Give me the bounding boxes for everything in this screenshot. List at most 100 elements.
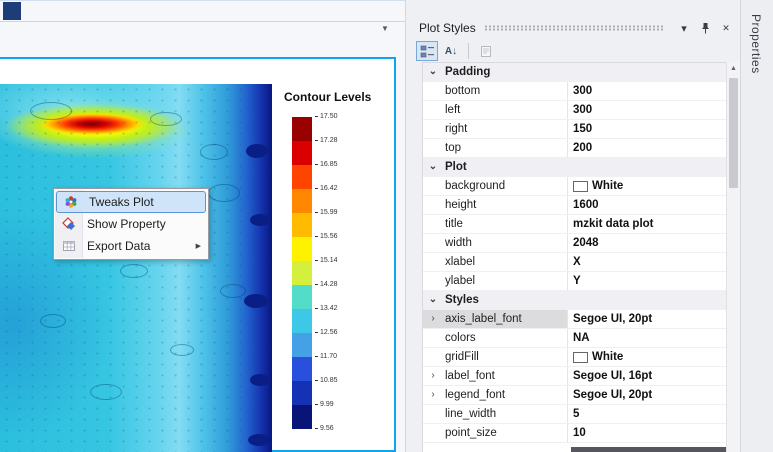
row-gutter (423, 139, 443, 157)
property-row-colors[interactable]: colors NA (423, 329, 728, 348)
expand-icon[interactable]: › (423, 310, 443, 328)
property-row-left[interactable]: left 300 (423, 101, 728, 120)
tick-label: 12.56 (315, 329, 338, 337)
property-name: gridFill (443, 348, 568, 366)
submenu-arrow-icon: ▶ (195, 243, 201, 250)
property-value[interactable]: Segoe UI, 20pt (568, 310, 728, 328)
close-icon[interactable]: ✕ (718, 20, 734, 36)
scroll-up-icon[interactable]: ▲ (727, 62, 740, 75)
property-row-point-size[interactable]: point_size 10 (423, 424, 728, 443)
row-gutter (423, 348, 443, 366)
property-row-height[interactable]: height 1600 (423, 196, 728, 215)
plot-styles-panel: Plot Styles ▾ ✕ A↓ ⌄ Padding bottom 300 … (405, 0, 740, 452)
property-value[interactable]: 200 (568, 139, 728, 157)
property-name: point_size (443, 424, 568, 442)
property-name: background (443, 177, 568, 195)
property-value[interactable]: Segoe UI, 20pt (568, 386, 728, 404)
tick-label: 17.50 (315, 113, 338, 121)
property-row-label-font[interactable]: › label_font Segoe UI, 16pt (423, 367, 728, 386)
category-label: Plot (445, 161, 467, 173)
property-value[interactable]: 150 (568, 120, 728, 138)
contour-ring (120, 264, 148, 278)
window-position-icon[interactable]: ▾ (676, 20, 692, 36)
panel-header[interactable]: Plot Styles ▾ ✕ (406, 16, 740, 40)
property-row-xlabel[interactable]: xlabel X (423, 253, 728, 272)
property-value[interactable]: 300 (568, 101, 728, 119)
property-value[interactable]: Segoe UI, 16pt (568, 367, 728, 385)
property-value[interactable]: mzkit data plot (568, 215, 728, 233)
property-value[interactable]: NA (568, 329, 728, 347)
property-value[interactable]: X (568, 253, 728, 271)
colorbar-segment (292, 405, 312, 429)
property-row-bottom[interactable]: bottom 300 (423, 82, 728, 101)
expand-icon[interactable]: › (423, 367, 443, 385)
contour-plot-canvas[interactable] (0, 84, 272, 452)
expand-icon[interactable]: › (423, 386, 443, 404)
property-name: axis_label_font (443, 310, 568, 328)
property-row-line-width[interactable]: line_width 5 (423, 405, 728, 424)
row-gutter (423, 215, 443, 233)
menu-item-tweaks-plot[interactable]: Tweaks Plot (56, 191, 206, 213)
row-gutter (423, 405, 443, 423)
colorbar-segment (292, 261, 312, 285)
property-name: line_width (443, 405, 568, 423)
autohide-tab-strip: Properties (740, 0, 773, 452)
colorbar-segment (292, 333, 312, 357)
category-row-plot[interactable]: ⌄ Plot (423, 158, 728, 177)
pin-icon[interactable] (697, 20, 713, 36)
property-pages-button (475, 41, 497, 61)
row-gutter (423, 234, 443, 252)
menu-item-export-data[interactable]: Export Data ▶ (55, 235, 207, 257)
sort-alphabetical-button[interactable]: A↓ (440, 41, 462, 61)
property-name: right (443, 120, 568, 138)
scrollbar-thumb[interactable] (729, 78, 738, 188)
row-gutter (423, 177, 443, 195)
row-gutter (423, 272, 443, 290)
property-value[interactable]: White (568, 348, 728, 366)
property-row-right[interactable]: right 150 (423, 120, 728, 139)
contour-ring (170, 344, 194, 356)
row-gutter (423, 101, 443, 119)
property-name: width (443, 234, 568, 252)
property-row-background[interactable]: background White (423, 177, 728, 196)
menu-item-show-property[interactable]: Show Property (55, 213, 207, 235)
property-value[interactable]: 300 (568, 82, 728, 100)
property-name: colors (443, 329, 568, 347)
category-expanded-icon[interactable]: ⌄ (423, 63, 443, 81)
combo-dropdown-icon[interactable]: ▼ (381, 24, 389, 33)
tick-label: 13.42 (315, 305, 338, 313)
category-row-padding[interactable]: ⌄ Padding (423, 63, 728, 82)
property-row-axis-label-font[interactable]: › axis_label_font Segoe UI, 20pt (423, 310, 728, 329)
tab-properties[interactable]: Properties (749, 14, 763, 74)
property-row-title[interactable]: title mzkit data plot (423, 215, 728, 234)
menu-item-label: Tweaks Plot (89, 195, 154, 209)
color-swatch (573, 180, 588, 192)
category-expanded-icon[interactable]: ⌄ (423, 291, 443, 309)
property-row-ylabel[interactable]: ylabel Y (423, 272, 728, 291)
tweaks-plot-icon (57, 195, 85, 209)
property-value[interactable]: 10 (568, 424, 728, 442)
property-value[interactable]: 1600 (568, 196, 728, 214)
property-grid-scrollbar[interactable]: ▲ (726, 62, 740, 452)
panel-grip[interactable] (483, 25, 663, 31)
property-value[interactable]: 2048 (568, 234, 728, 252)
row-gutter (423, 120, 443, 138)
property-name: label_font (443, 367, 568, 385)
category-expanded-icon[interactable]: ⌄ (423, 158, 443, 176)
property-name: title (443, 215, 568, 233)
property-row-gridfill[interactable]: gridFill White (423, 348, 728, 367)
property-row-legend-font[interactable]: › legend_font Segoe UI, 20pt (423, 386, 728, 405)
app-icon (3, 2, 21, 20)
contour-ring (30, 102, 72, 120)
categorized-button[interactable] (416, 41, 438, 61)
category-row-styles[interactable]: ⌄ Styles (423, 291, 728, 310)
property-value[interactable]: White (568, 177, 728, 195)
property-row-top[interactable]: top 200 (423, 139, 728, 158)
property-row-width[interactable]: width 2048 (423, 234, 728, 253)
row-gutter (423, 82, 443, 100)
property-grid: ⌄ Padding bottom 300 left 300 right 150 … (422, 62, 729, 452)
context-menu: Tweaks Plot Show Property Export Data ▶ (53, 188, 209, 260)
property-value[interactable]: Y (568, 272, 728, 290)
property-name: height (443, 196, 568, 214)
property-value[interactable]: 5 (568, 405, 728, 423)
